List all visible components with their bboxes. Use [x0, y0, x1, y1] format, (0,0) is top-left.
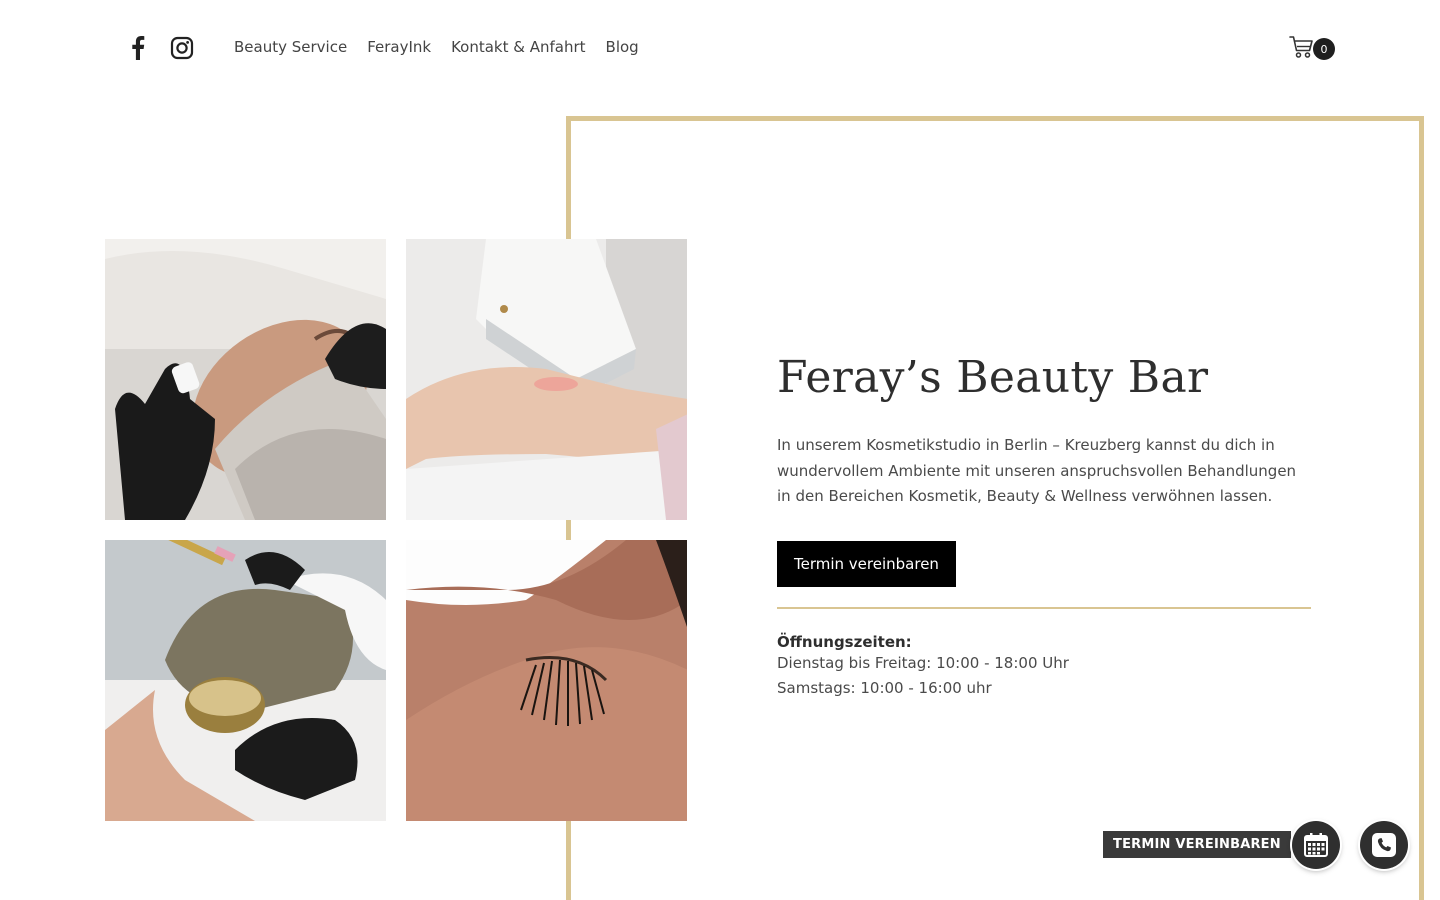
- nav-item-beauty-service[interactable]: Beauty Service: [234, 38, 347, 56]
- photo-laser-treatment: [406, 239, 687, 520]
- main-nav: Beauty Service FerayInk Kontakt & Anfahr…: [234, 38, 639, 56]
- cart-button[interactable]: 0: [1289, 34, 1339, 62]
- social-links: [126, 34, 194, 62]
- facebook-icon[interactable]: [126, 34, 150, 62]
- opening-hours-saturday: Samstags: 10:00 - 16:00 uhr: [777, 678, 992, 697]
- photo-mask-treatment: [105, 540, 386, 821]
- book-appointment-button[interactable]: Termin vereinbaren: [777, 540, 956, 587]
- cart-icon: [1289, 36, 1313, 58]
- floating-calendar-button[interactable]: [1292, 821, 1340, 869]
- page: Beauty Service FerayInk Kontakt & Anfahr…: [0, 0, 1440, 900]
- page-title: Feray’s Beauty Bar: [777, 352, 1209, 403]
- opening-hours-weekday: Dienstag bis Freitag: 10:00 - 18:00 Uhr: [777, 653, 1069, 672]
- photo-lash-treatment: [406, 540, 687, 821]
- divider: [777, 606, 1311, 609]
- photo-facial-treatment: [105, 239, 386, 520]
- nav-item-kontakt-anfahrt[interactable]: Kontakt & Anfahrt: [451, 38, 585, 56]
- hero-description: In unserem Kosmetikstudio in Berlin – Kr…: [777, 436, 1297, 505]
- calendar-icon: [1304, 833, 1328, 857]
- opening-hours-title: Öffnungszeiten:: [777, 632, 912, 651]
- nav-item-blog[interactable]: Blog: [606, 38, 639, 56]
- nav-item-ferayink[interactable]: FerayInk: [367, 38, 431, 56]
- hero-content: Feray’s Beauty Bar In unserem Kosmetikst…: [777, 352, 1317, 701]
- cart-count-badge: 0: [1313, 38, 1335, 60]
- floating-appointment-label[interactable]: TERMIN VEREINBAREN: [1103, 831, 1291, 858]
- floating-phone-button[interactable]: [1360, 821, 1408, 869]
- phone-icon: [1372, 833, 1396, 857]
- instagram-icon[interactable]: [170, 34, 194, 62]
